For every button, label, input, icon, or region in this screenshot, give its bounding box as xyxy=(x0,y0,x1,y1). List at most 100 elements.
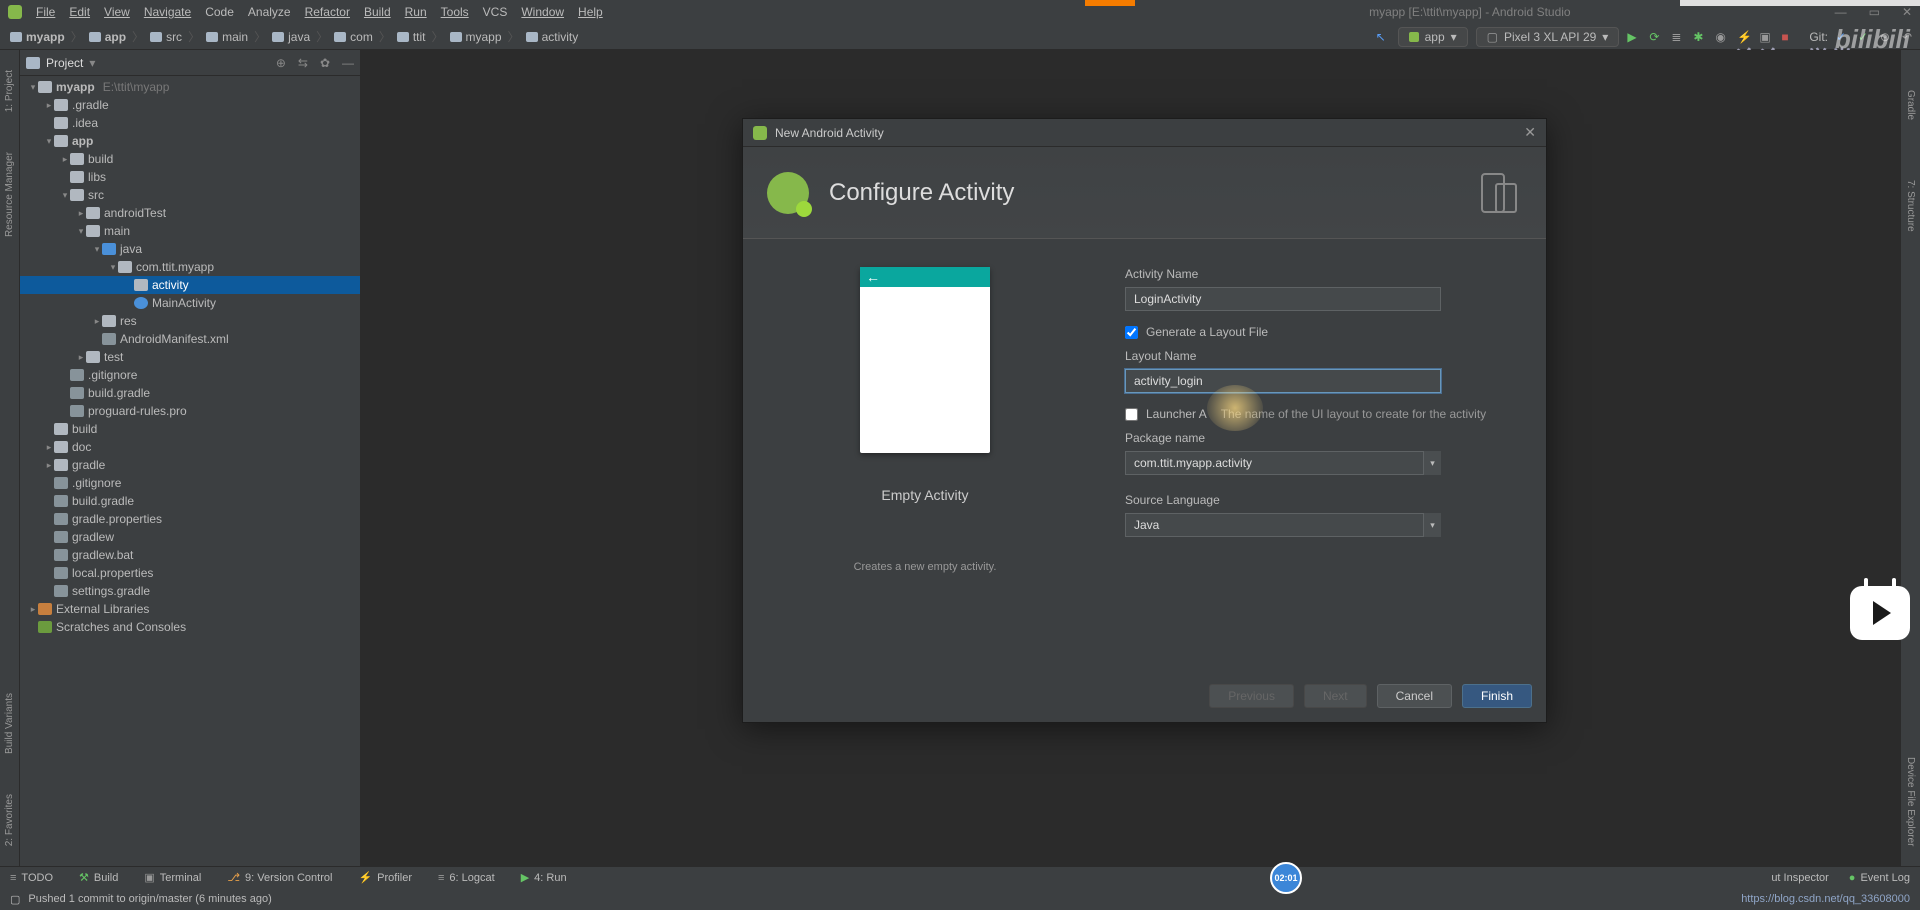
expand-arrow-icon[interactable]: ▸ xyxy=(44,460,54,471)
tree-row[interactable]: .gitignore xyxy=(20,474,360,492)
tree-row[interactable]: libs xyxy=(20,168,360,186)
menu-run[interactable]: Run xyxy=(405,5,427,19)
chevron-down-icon[interactable]: ▾ xyxy=(89,56,95,70)
expand-arrow-icon[interactable]: ▾ xyxy=(28,82,38,93)
expand-arrow-icon[interactable]: ▸ xyxy=(44,100,54,111)
left-tab-build-variants[interactable]: Build Variants xyxy=(4,693,15,754)
close-icon[interactable]: ✕ xyxy=(1524,124,1536,141)
crumb[interactable]: src xyxy=(144,30,188,44)
menu-window[interactable]: Window xyxy=(521,5,564,19)
tree-row[interactable]: ▸.gradle xyxy=(20,96,360,114)
tree-row[interactable]: ▸res xyxy=(20,312,360,330)
finish-button[interactable]: Finish xyxy=(1462,684,1532,708)
target-icon[interactable]: ⊕ xyxy=(276,56,286,70)
left-tab-favorites[interactable]: 2: Favorites xyxy=(4,794,15,846)
tree-row[interactable]: ▾app xyxy=(20,132,360,150)
tree-row[interactable]: activity xyxy=(20,276,360,294)
tree-row[interactable]: ▸androidTest xyxy=(20,204,360,222)
layout-inspector-tab[interactable]: ut Inspector xyxy=(1771,872,1828,884)
tree-row[interactable]: ▸test xyxy=(20,348,360,366)
tree-row[interactable]: local.properties xyxy=(20,564,360,582)
menu-tools[interactable]: Tools xyxy=(441,5,469,19)
tree-row[interactable]: build.gradle xyxy=(20,492,360,510)
tree-row[interactable]: ▾com.ttit.myapp xyxy=(20,258,360,276)
gear-icon[interactable]: ✿ xyxy=(320,56,330,70)
tree-row[interactable]: ▾myappE:\ttit\myapp xyxy=(20,78,360,96)
right-tab-structure[interactable]: 7: Structure xyxy=(1905,180,1916,232)
launcher-checkbox[interactable] xyxy=(1125,408,1138,421)
expand-arrow-icon[interactable]: ▾ xyxy=(76,226,86,237)
right-tab-device-file-explorer[interactable]: Device File Explorer xyxy=(1905,757,1916,846)
run-icon[interactable]: ▶ xyxy=(1627,30,1641,44)
crumb[interactable]: myapp xyxy=(444,30,508,44)
menu-refactor[interactable]: Refactor xyxy=(305,5,350,19)
menu-view[interactable]: View xyxy=(104,5,130,19)
tree-row[interactable]: ▸build xyxy=(20,150,360,168)
menu-build[interactable]: Build xyxy=(364,5,391,19)
generate-layout-row[interactable]: Generate a Layout File xyxy=(1125,325,1524,339)
crumb[interactable]: main xyxy=(200,30,254,44)
bug-icon[interactable]: ✱ xyxy=(1693,30,1707,44)
expand-arrow-icon[interactable]: ▸ xyxy=(92,316,102,327)
device-selector[interactable]: ▢ Pixel 3 XL API 29 ▾ xyxy=(1476,27,1620,47)
maximize-icon[interactable]: ▭ xyxy=(1869,5,1880,19)
build-tab[interactable]: ⚒Build xyxy=(79,871,118,884)
menu-file[interactable]: File xyxy=(36,5,55,19)
expand-arrow-icon[interactable]: ▾ xyxy=(60,190,70,201)
tree-row[interactable]: ▸gradle xyxy=(20,456,360,474)
tree-row[interactable]: MainActivity xyxy=(20,294,360,312)
run-config-selector[interactable]: app ▾ xyxy=(1398,27,1468,47)
crumb[interactable]: myapp xyxy=(4,30,71,44)
layout-name-input[interactable] xyxy=(1125,369,1441,393)
event-log-tab[interactable]: ●Event Log xyxy=(1849,872,1910,884)
generate-layout-checkbox[interactable] xyxy=(1125,326,1138,339)
package-name-input[interactable] xyxy=(1125,451,1441,475)
tree-row[interactable]: ▸doc xyxy=(20,438,360,456)
hide-icon[interactable]: — xyxy=(342,56,354,70)
previous-button[interactable]: Previous xyxy=(1209,684,1294,708)
play-overlay-icon[interactable] xyxy=(1850,586,1910,640)
right-tab-gradle[interactable]: Gradle xyxy=(1905,90,1916,120)
hammer-icon[interactable]: ↖ xyxy=(1376,30,1390,44)
apply-changes-icon[interactable]: ⟳ xyxy=(1649,30,1663,44)
menu-analyze[interactable]: Analyze xyxy=(248,5,291,19)
logcat-tab[interactable]: ≡6: Logcat xyxy=(438,872,495,884)
menu-edit[interactable]: Edit xyxy=(69,5,90,19)
expand-arrow-icon[interactable]: ▾ xyxy=(108,262,118,273)
source-language-input[interactable] xyxy=(1125,513,1441,537)
expand-arrow-icon[interactable]: ▸ xyxy=(76,352,86,363)
crumb[interactable]: ttit xyxy=(391,30,432,44)
project-tree[interactable]: ▾myappE:\ttit\myapp▸.gradle.idea▾app▸bui… xyxy=(20,76,360,886)
tree-row[interactable]: ▾java xyxy=(20,240,360,258)
menu-vcs[interactable]: VCS xyxy=(483,5,508,19)
menu-help[interactable]: Help xyxy=(578,5,603,19)
left-tab-project[interactable]: 1: Project xyxy=(4,70,15,112)
chevron-down-icon[interactable]: ▾ xyxy=(1423,513,1441,537)
next-button[interactable]: Next xyxy=(1304,684,1367,708)
debug-icon[interactable]: ≣ xyxy=(1671,30,1685,44)
profiler-tab[interactable]: ⚡Profiler xyxy=(358,871,412,884)
project-title[interactable]: Project xyxy=(46,56,83,70)
tree-row[interactable]: AndroidManifest.xml xyxy=(20,330,360,348)
crumb[interactable]: app xyxy=(83,30,132,44)
tree-row[interactable]: ▸External Libraries xyxy=(20,600,360,618)
package-name-combo[interactable]: ▾ xyxy=(1125,451,1441,475)
coverage-icon[interactable]: ◉ xyxy=(1715,30,1729,44)
launcher-row[interactable]: Launcher A The name of the UI layout to … xyxy=(1125,407,1524,421)
tree-row[interactable]: ▾src xyxy=(20,186,360,204)
cancel-button[interactable]: Cancel xyxy=(1377,684,1452,708)
crumb[interactable]: java xyxy=(266,30,316,44)
chevron-down-icon[interactable]: ▾ xyxy=(1423,451,1441,475)
source-language-combo[interactable]: ▾ xyxy=(1125,513,1441,537)
tree-row[interactable]: .gitignore xyxy=(20,366,360,384)
expand-arrow-icon[interactable]: ▾ xyxy=(92,244,102,255)
expand-arrow-icon[interactable]: ▸ xyxy=(44,442,54,453)
expand-arrow-icon[interactable]: ▸ xyxy=(60,154,70,165)
close-icon[interactable]: ✕ xyxy=(1902,5,1912,19)
tree-row[interactable]: gradle.properties xyxy=(20,510,360,528)
collapse-all-icon[interactable]: ⇆ xyxy=(298,56,308,70)
activity-name-input[interactable] xyxy=(1125,287,1441,311)
expand-arrow-icon[interactable]: ▸ xyxy=(28,604,38,615)
vcs-tab[interactable]: ⎇9: Version Control xyxy=(227,871,332,884)
tree-row[interactable]: gradlew xyxy=(20,528,360,546)
